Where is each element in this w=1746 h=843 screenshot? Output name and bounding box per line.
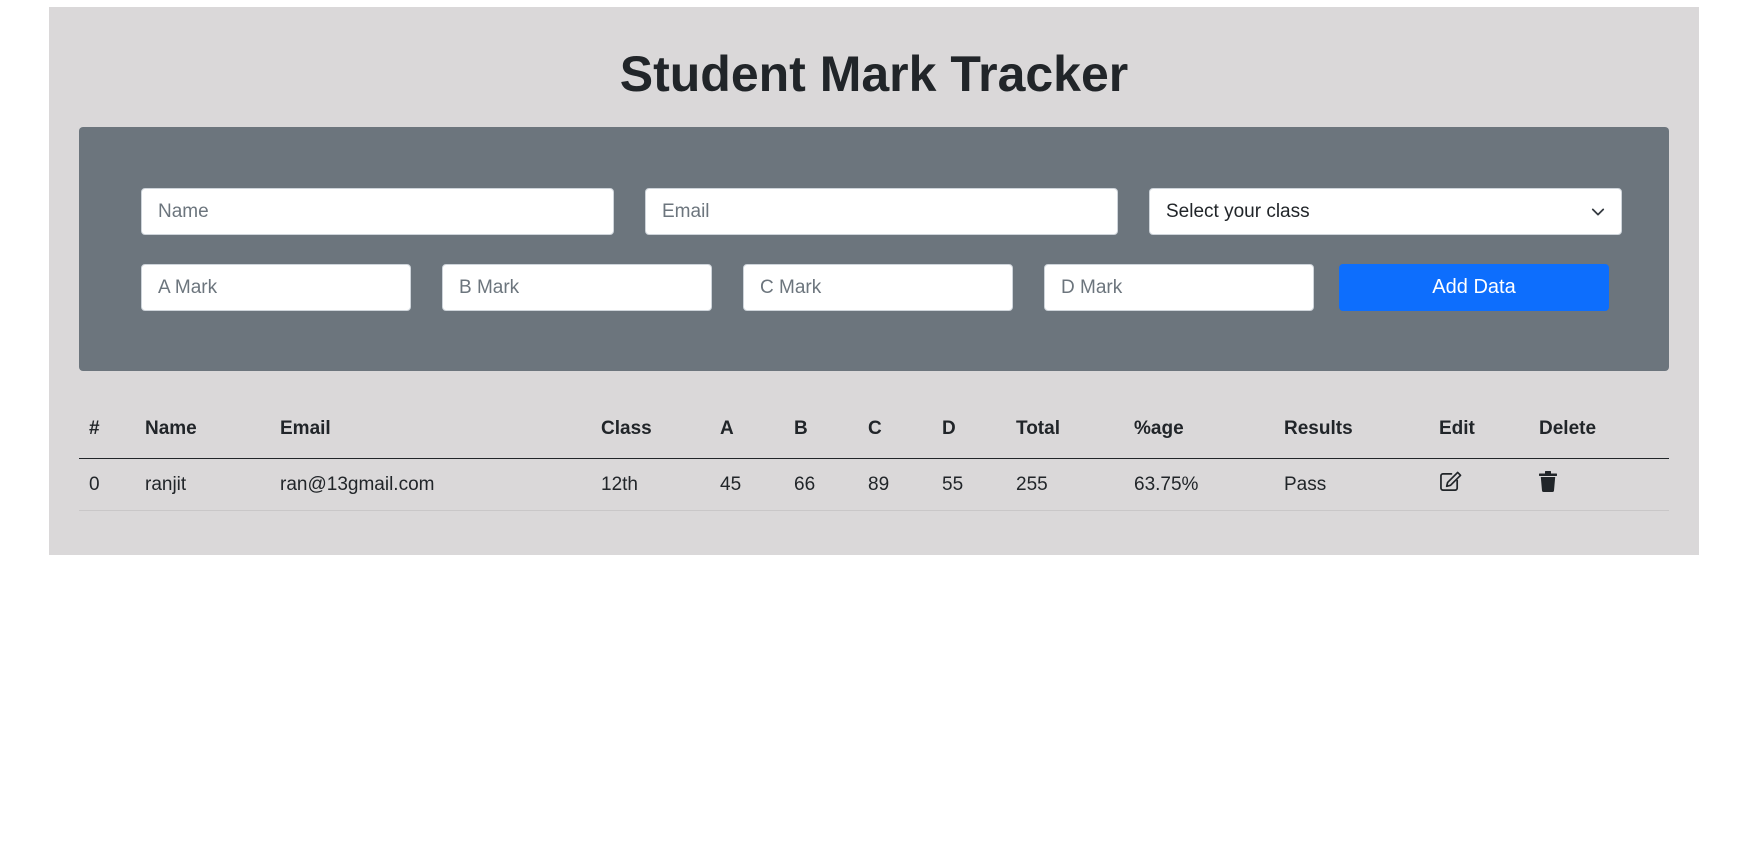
- table-row: 0 ranjit ran@13gmail.com 12th 45 66 89 5…: [79, 458, 1669, 511]
- app-container: Student Mark Tracker Select your class A…: [49, 7, 1699, 555]
- trash-icon[interactable]: [1539, 471, 1557, 492]
- marks-table-wrapper: # Name Email Class A B C D Total %age Re…: [79, 400, 1669, 511]
- cell-edit: [1429, 458, 1529, 511]
- column-header-a: A: [710, 400, 784, 459]
- name-input[interactable]: [141, 188, 614, 235]
- column-header-edit: Edit: [1429, 400, 1529, 459]
- cell-c-mark: 89: [858, 458, 932, 511]
- column-header-results: Results: [1274, 400, 1429, 459]
- chevron-down-icon: [1591, 208, 1605, 215]
- cell-total: 255: [1006, 458, 1124, 511]
- c-mark-input[interactable]: [743, 264, 1013, 311]
- trash-icon-graphic: [1539, 471, 1557, 492]
- cell-class: 12th: [591, 458, 710, 511]
- cell-b-mark: 66: [784, 458, 858, 511]
- cell-d-mark: 55: [932, 458, 1006, 511]
- edit-icon-graphic: [1440, 471, 1462, 491]
- cell-index: 0: [79, 458, 135, 511]
- class-select[interactable]: Select your class: [1149, 188, 1622, 235]
- table-header-row: # Name Email Class A B C D Total %age Re…: [79, 400, 1669, 459]
- b-mark-input[interactable]: [442, 264, 712, 311]
- column-header-total: Total: [1006, 400, 1124, 459]
- cell-delete: [1529, 458, 1669, 511]
- column-header-index: #: [79, 400, 135, 459]
- column-header-d: D: [932, 400, 1006, 459]
- email-input[interactable]: [645, 188, 1118, 235]
- student-form: Select your class Add Data: [79, 127, 1669, 371]
- column-header-class: Class: [591, 400, 710, 459]
- column-header-name: Name: [135, 400, 270, 459]
- cell-result: Pass: [1274, 458, 1429, 511]
- column-header-email: Email: [270, 400, 591, 459]
- cell-percentage: 63.75%: [1124, 458, 1274, 511]
- column-header-b: B: [784, 400, 858, 459]
- class-select-value: Select your class: [1166, 200, 1310, 222]
- edit-icon[interactable]: [1439, 471, 1462, 492]
- marks-table: # Name Email Class A B C D Total %age Re…: [79, 400, 1669, 511]
- column-header-delete: Delete: [1529, 400, 1669, 459]
- cell-name: ranjit: [135, 458, 270, 511]
- d-mark-input[interactable]: [1044, 264, 1314, 311]
- cell-email: ran@13gmail.com: [270, 458, 591, 511]
- cell-a-mark: 45: [710, 458, 784, 511]
- page-title: Student Mark Tracker: [619, 46, 1129, 102]
- add-data-button[interactable]: Add Data: [1339, 264, 1609, 311]
- column-header-c: C: [858, 400, 932, 459]
- column-header-percentage: %age: [1124, 400, 1274, 459]
- a-mark-input[interactable]: [141, 264, 411, 311]
